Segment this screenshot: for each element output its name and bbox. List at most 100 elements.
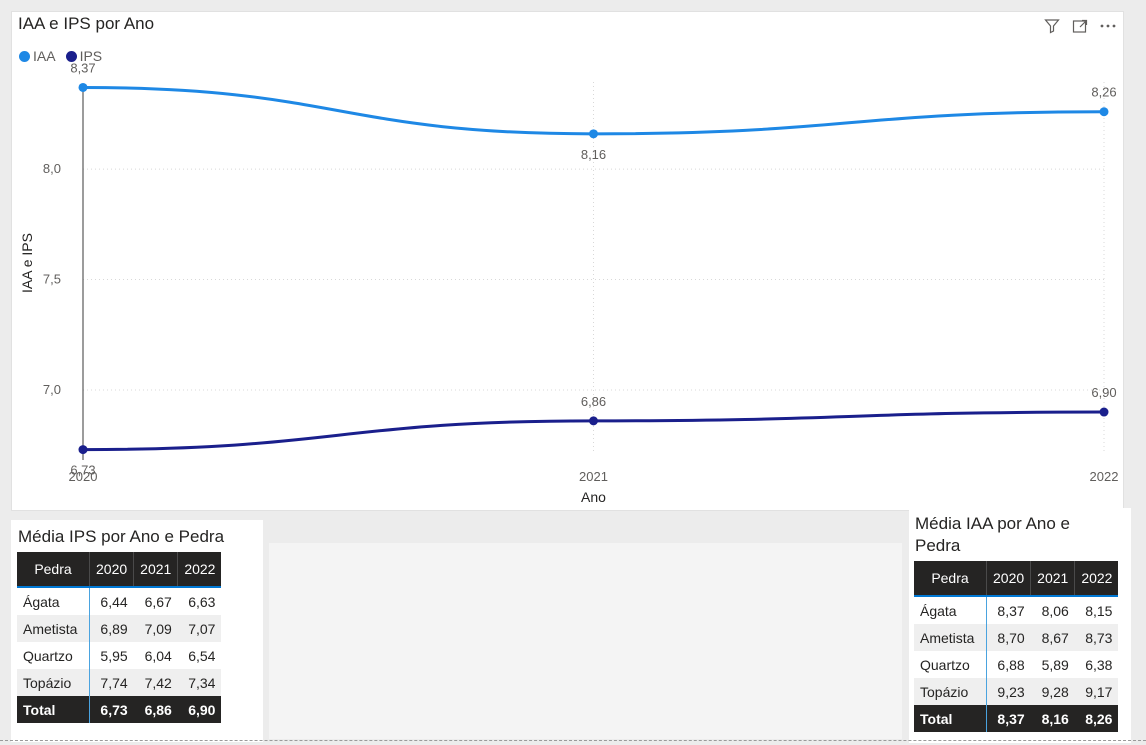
cell-pedra: Quartzo [17,642,90,669]
col-header-2022[interactable]: 2022 [1074,561,1119,597]
data-label-iaa: 8,26 [1091,85,1116,100]
legend-item-iaa[interactable]: IAA [19,48,56,64]
y-tick-label: 7,5 [43,272,61,287]
cell-pedra: Ametista [914,624,987,651]
data-point-iaa [589,129,598,139]
cell-value: 6,89 [89,615,134,642]
line-chart-visual[interactable]: 7,0 7,5 8,0 2020 2021 2022 Ano IAA e IPS 8,37 8,1… [11,11,1124,511]
y-tick-label: 8,0 [43,161,61,176]
table-header-row: Pedra 2020 2021 2022 [17,552,222,588]
col-header-2021[interactable]: 2021 [133,552,179,588]
table-row: Quartzo 5,95 6,04 6,54 [17,642,221,669]
cell-value: 9,23 [986,678,1031,705]
col-header-2020[interactable]: 2020 [89,552,135,588]
legend-marker-ips [65,50,77,62]
canvas-bottom-border [0,740,1146,741]
ips-table-title: Média IPS por Ano e Pedra [18,527,225,546]
cell-value: 7,74 [89,669,134,696]
table-row: Ágata 6,44 6,67 6,63 [17,587,221,615]
cell-value: 7,42 [133,669,178,696]
chart-legend: IAA IPS [19,48,102,64]
cell-value: 6,04 [144,647,172,664]
legend-marker-iaa [19,50,30,62]
table-header-row: Pedra 2020 2021 2022 [914,561,1119,597]
legend-label-iaa: IAA [33,48,56,64]
x-tick-label: 2022 [1090,469,1119,484]
more-options-icon[interactable] [1099,18,1117,34]
cell-value: 7,09 [133,615,178,642]
col-header-2021[interactable]: 2021 [1030,561,1076,597]
cell-value: 8,73 [1074,624,1119,651]
line-chart-svg: 7,07,58,02020 2021 2022AnoIAA e IPS8,378,1… [19,60,1119,505]
cell-value: 7,34 [177,669,222,696]
focus-mode-icon[interactable] [1071,18,1089,34]
table-row: Quartzo 6,88 5,89 6,38 [914,651,1118,678]
ips-matrix-table: Pedra 2020 2021 2022 Ágata 6,44 6,67 6,6… [17,552,222,723]
chart-title: IAA e IPS por Ano [18,14,155,33]
cell-value: 7,07 [177,615,222,642]
legend-item-ips[interactable]: IPS [65,48,103,64]
table-row: Ametista 8,70 8,67 8,73 [914,624,1119,651]
cell-total-value: 6,73 [89,696,134,723]
table-row: Ágata 8,37 8,06 8,15 [914,596,1118,624]
col-header-pedra[interactable]: Pedra [17,552,90,588]
data-point-ips [78,445,88,455]
cell-value: 8,37 [997,602,1025,619]
cell-total-value: 8,37 [986,705,1031,732]
cell-value: 8,15 [1085,602,1113,619]
table-row: Topázio 7,74 7,42 7,34 [17,669,222,696]
data-point-ips [1099,407,1109,417]
cell-value: 5,89 [1041,656,1069,673]
cell-value: 6,38 [1085,656,1113,673]
iaa-matrix-visual[interactable]: Média IAA por Ano e Pedra Pedra 2020 202… [909,508,1131,743]
iaa-table-title: Média IAA por Ano e Pedra [915,514,1070,555]
cell-total-value: 6,86 [133,696,178,723]
filter-icon[interactable] [1043,18,1061,34]
data-label-ips: 6,73 [70,463,95,478]
cell-pedra: Ágata [914,596,987,624]
iaa-matrix-table: Pedra 2020 2021 2022 Ágata 8,37 8,06 8,1… [914,561,1119,732]
cell-value: 8,06 [1041,602,1069,619]
data-label-iaa: 8,16 [581,147,606,162]
cell-pedra: Ametista [17,615,90,642]
cell-value: 6,88 [997,656,1025,673]
table-row: Ametista 6,89 7,09 7,07 [17,615,222,642]
cell-value: 8,70 [986,624,1031,651]
visual-header [1043,18,1117,34]
y-tick-label: 7,0 [43,382,61,397]
data-label-ips: 6,90 [1091,385,1116,400]
cell-value: 6,54 [188,647,216,664]
cell-pedra: Quartzo [914,651,987,678]
x-tick-label: 2021 [579,469,608,484]
cell-value: 9,17 [1074,678,1119,705]
data-point-ips [589,416,598,426]
data-point-iaa [78,82,88,92]
cell-value: 6,44 [100,593,128,610]
data-point-iaa [1099,107,1109,117]
data-label-ips: 6,86 [581,394,606,409]
cell-value: 6,67 [144,593,172,610]
cell-total-value: 8,16 [1030,705,1075,732]
col-header-2022[interactable]: 2022 [177,552,222,588]
cell-pedra: Ágata [17,587,90,615]
cell-value: 8,67 [1030,624,1075,651]
cell-total-label: Total [914,705,987,732]
table-total-row: Total 6,73 6,86 6,90 [17,696,222,723]
cell-value: 6,63 [188,593,216,610]
ips-matrix-visual[interactable]: Média IPS por Ano e Pedra Pedra 2020 202… [11,520,263,742]
col-header-2020[interactable]: 2020 [986,561,1032,597]
cell-value: 9,28 [1030,678,1075,705]
legend-label-ips: IPS [79,48,103,64]
table-row: Topázio 9,23 9,28 9,17 [914,678,1119,705]
col-header-pedra[interactable]: Pedra [914,561,987,597]
table-total-row: Total 8,37 8,16 8,26 [914,705,1119,732]
cell-total-label: Total [17,696,90,723]
cell-pedra: Topázio [17,669,90,696]
cell-total-value: 8,26 [1074,705,1119,732]
y-axis-title: IAA e IPS [19,233,35,293]
empty-canvas-area [269,543,902,739]
cell-value: 5,95 [100,647,128,664]
cell-total-value: 6,90 [177,696,222,723]
cell-pedra: Topázio [914,678,987,705]
x-axis-title: Ano [581,489,606,505]
